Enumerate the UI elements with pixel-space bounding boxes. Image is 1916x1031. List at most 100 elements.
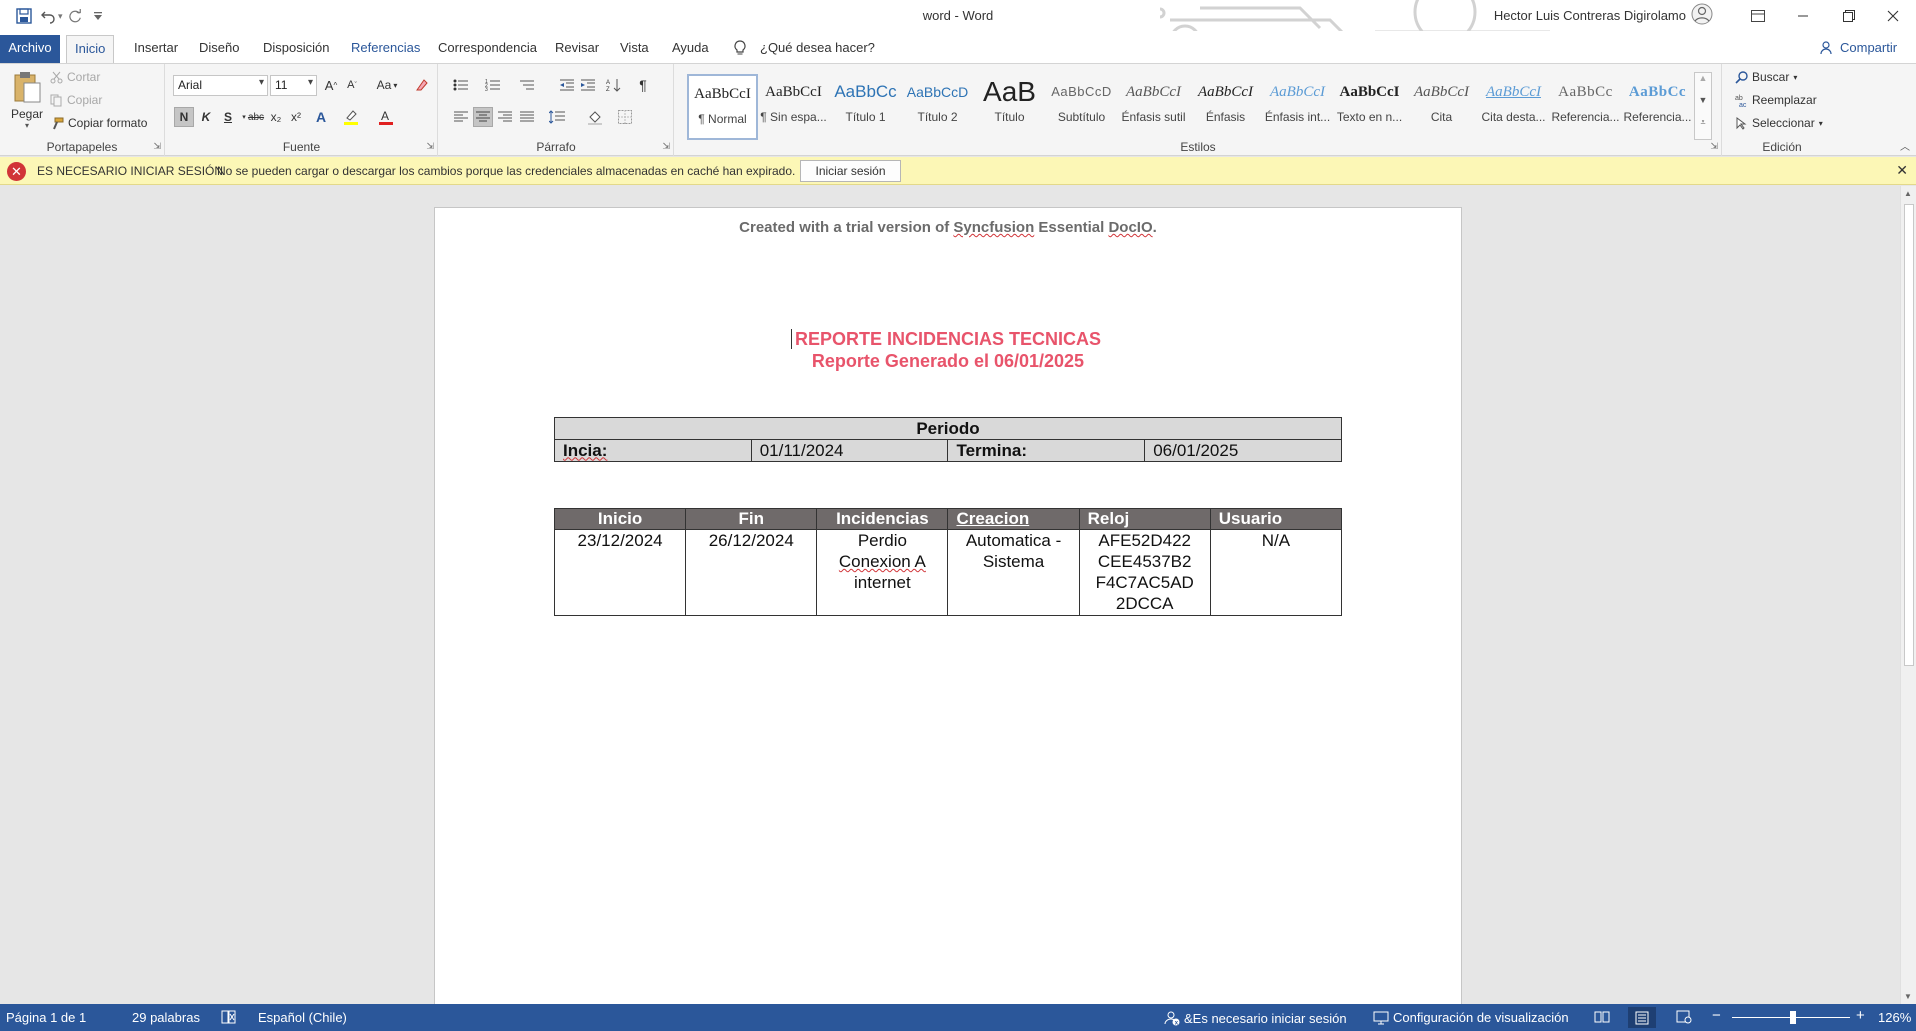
style-quote[interactable]: AaBbCcI Cita: [1406, 74, 1477, 140]
tab-insertar[interactable]: Insertar: [126, 35, 186, 63]
font-name-combo[interactable]: Arial ▾: [173, 75, 268, 96]
grow-font-icon[interactable]: A ^: [321, 75, 341, 95]
shading-icon[interactable]: [585, 107, 605, 127]
style-emphasis[interactable]: AaBbCcI Énfasis: [1190, 74, 1261, 140]
zoom-out-icon[interactable]: −: [1712, 1007, 1721, 1024]
style-heading-1[interactable]: AaBbCc Título 1: [830, 74, 901, 140]
paste-button[interactable]: Pegar ▾: [8, 70, 46, 140]
document-page[interactable]: Created with a trial version of Syncfusi…: [434, 207, 1462, 1004]
tab-disposicion[interactable]: Disposición: [255, 35, 337, 63]
tab-correspondencia[interactable]: Correspondencia: [430, 35, 545, 63]
zoom-level[interactable]: 126%: [1878, 1010, 1911, 1025]
style-heading-2[interactable]: AaBbCcD Título 2: [902, 74, 973, 140]
show-marks-icon[interactable]: ¶: [633, 75, 653, 95]
user-avatar-icon[interactable]: [1691, 3, 1713, 25]
bullets-icon[interactable]: [451, 75, 471, 95]
replace-button[interactable]: ab ac Reemplazar: [1735, 93, 1817, 107]
tell-me-search[interactable]: ¿Qué desea hacer?: [752, 35, 883, 63]
format-painter-button[interactable]: Copiar formato: [50, 116, 147, 130]
style-intense-reference[interactable]: AaBbCc Referencia...: [1622, 74, 1693, 140]
copy-button[interactable]: Copiar: [50, 93, 102, 107]
zoom-in-icon[interactable]: +: [1856, 1007, 1865, 1024]
scroll-up-icon[interactable]: ▲: [1904, 189, 1912, 198]
chevron-down-icon[interactable]: ▼: [1695, 95, 1711, 117]
web-layout-icon[interactable]: [1676, 1010, 1692, 1024]
superscript-button[interactable]: x²: [286, 107, 306, 127]
align-center-icon[interactable]: [473, 107, 493, 127]
sort-icon[interactable]: AZ: [604, 75, 624, 95]
ribbon-display-options-icon[interactable]: [1735, 0, 1781, 31]
styles-gallery-scroller[interactable]: ▲ ▼ ⩡: [1694, 72, 1712, 140]
dialog-launcher-icon[interactable]: ⇲: [1710, 141, 1718, 152]
chevron-up-icon[interactable]: ▲: [1695, 73, 1711, 95]
shrink-font-icon[interactable]: Aˇ: [342, 75, 362, 95]
scrollbar-thumb[interactable]: [1904, 204, 1914, 666]
close-icon[interactable]: ✕: [1896, 162, 1908, 179]
justify-icon[interactable]: [517, 107, 537, 127]
style-strong[interactable]: AaBbCcI Texto en n...: [1334, 74, 1405, 140]
dialog-launcher-icon[interactable]: ⇲: [426, 141, 434, 152]
style-intense-quote[interactable]: AaBbCcI Cita desta...: [1478, 74, 1549, 140]
word-count[interactable]: 29 palabras: [132, 1010, 200, 1025]
style-intense-emphasis[interactable]: AaBbCcI Énfasis int...: [1262, 74, 1333, 140]
close-window-icon[interactable]: [1870, 0, 1916, 31]
style-title[interactable]: AaB Título: [974, 74, 1045, 140]
language[interactable]: Español (Chile): [258, 1010, 347, 1025]
gallery-more-icon[interactable]: ⩡: [1695, 117, 1711, 139]
tab-revisar[interactable]: Revisar: [547, 35, 607, 63]
sign-in-button[interactable]: Iniciar sesión: [800, 160, 901, 182]
print-layout-icon[interactable]: [1628, 1007, 1656, 1028]
style-subtitle[interactable]: AaBbCcD Subtítulo: [1046, 74, 1117, 140]
tab-vista[interactable]: Vista: [612, 35, 657, 63]
display-settings[interactable]: Configuración de visualización: [1373, 1010, 1569, 1025]
style-subtle-reference[interactable]: AaBbCc Referencia...: [1550, 74, 1621, 140]
tab-inicio[interactable]: Inicio: [66, 35, 115, 63]
align-left-icon[interactable]: [451, 107, 471, 127]
select-button[interactable]: Seleccionar ▾: [1735, 116, 1823, 130]
find-button[interactable]: Buscar ▾: [1735, 70, 1797, 84]
proofing-icon[interactable]: [221, 1010, 237, 1024]
font-color-icon[interactable]: A: [376, 107, 396, 127]
vertical-scrollbar[interactable]: ▲ ▼: [1900, 186, 1916, 1004]
scroll-down-icon[interactable]: ▼: [1904, 992, 1912, 1001]
borders-icon[interactable]: [615, 107, 635, 127]
font-size-combo[interactable]: 11 ▾: [270, 75, 317, 96]
monitor-icon: [1373, 1011, 1389, 1024]
tab-ayuda[interactable]: Ayuda: [664, 35, 717, 63]
text-effects-icon[interactable]: A: [311, 107, 331, 127]
change-case-button[interactable]: Aa ▾: [372, 75, 402, 95]
collapse-ribbon-icon[interactable]: ︿: [1900, 138, 1910, 153]
dialog-launcher-icon[interactable]: ⇲: [153, 141, 161, 152]
style-no-spacing[interactable]: AaBbCcI ¶ Sin espa...: [758, 74, 829, 140]
zoom-slider-thumb[interactable]: [1790, 1011, 1797, 1024]
signin-status[interactable]: x &Es necesario iniciar sesión: [1164, 1010, 1347, 1026]
share-button[interactable]: Compartir: [1832, 35, 1905, 63]
ribbon-tabs: Archivo Inicio Insertar Diseño Disposici…: [0, 31, 1916, 63]
tab-diseno[interactable]: Diseño: [191, 35, 247, 63]
dialog-launcher-icon[interactable]: ⇲: [662, 141, 670, 152]
italic-button[interactable]: K: [196, 107, 216, 127]
minimize-icon[interactable]: [1780, 0, 1826, 31]
tab-referencias[interactable]: Referencias: [343, 35, 428, 63]
increase-indent-icon[interactable]: [578, 75, 598, 95]
style-normal[interactable]: AaBbCcI ¶ Normal: [687, 74, 758, 140]
user-name[interactable]: Hector Luis Contreras Digirolamo: [1494, 8, 1686, 23]
numbering-icon[interactable]: 123: [483, 75, 503, 95]
decrease-indent-icon[interactable]: [557, 75, 577, 95]
restore-icon[interactable]: [1826, 0, 1872, 31]
tab-archivo[interactable]: Archivo: [0, 35, 60, 63]
multilevel-list-icon[interactable]: [517, 75, 537, 95]
bold-button[interactable]: N: [174, 107, 194, 127]
subscript-button[interactable]: x₂: [266, 107, 286, 127]
cut-button[interactable]: Cortar: [50, 70, 100, 84]
document-area[interactable]: Created with a trial version of Syncfusi…: [0, 186, 1916, 1004]
line-spacing-icon[interactable]: [547, 107, 567, 127]
highlight-color-icon[interactable]: [341, 107, 361, 127]
align-right-icon[interactable]: [495, 107, 515, 127]
clear-formatting-icon[interactable]: [411, 75, 431, 95]
svg-text:ac: ac: [1739, 102, 1747, 107]
page-count[interactable]: Página 1 de 1: [6, 1010, 86, 1025]
style-subtle-emphasis[interactable]: AaBbCcI Énfasis sutil: [1118, 74, 1189, 140]
strikethrough-button[interactable]: abc: [246, 107, 266, 127]
read-mode-icon[interactable]: [1594, 1010, 1610, 1024]
